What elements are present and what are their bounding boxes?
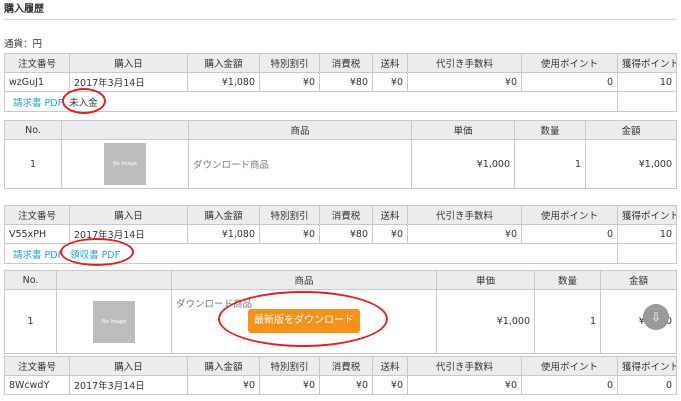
download-circle-icon[interactable]: ⇩ <box>643 304 669 330</box>
col-unit-price: 単価 <box>411 120 515 140</box>
col-used-points: 使用ポイント <box>521 53 618 73</box>
col-discount: 特別割引 <box>259 356 320 376</box>
col-earned-points: 獲得ポイント <box>617 205 677 225</box>
item-image-cell: No Image <box>56 289 172 354</box>
col-shipping: 送料 <box>372 205 408 225</box>
col-amount: 購入金額 <box>187 356 260 376</box>
order-date: 2017年3月14日 <box>69 72 188 92</box>
invoice-pdf-link[interactable]: 請求書 PDF <box>13 250 63 261</box>
col-used-points: 使用ポイント <box>521 356 618 376</box>
item-unit-price: ¥1,000 <box>436 289 535 354</box>
item-name[interactable]: ダウンロード商品 <box>188 139 412 189</box>
col-product: 商品 <box>188 120 412 140</box>
item-qty: 1 <box>514 139 586 189</box>
col-image <box>56 270 172 290</box>
col-date: 購入日 <box>69 356 188 376</box>
order-number: 8WcwdY <box>4 375 70 395</box>
order-discount: ¥0 <box>259 375 320 395</box>
col-shipping: 送料 <box>372 356 408 376</box>
col-discount: 特別割引 <box>259 205 320 225</box>
col-product: 商品 <box>171 270 437 290</box>
col-earned-points: 獲得ポイント <box>617 356 677 376</box>
order-cod-fee: ¥0 <box>407 224 522 244</box>
col-amount: 購入金額 <box>187 205 260 225</box>
item-qty: 1 <box>534 289 601 354</box>
order-table-1: 注文番号 購入日 購入金額 特別割引 消費税 送料 代引き手数料 使用ポイント … <box>4 53 677 112</box>
order-used-points: 0 <box>521 72 618 92</box>
col-date: 購入日 <box>69 53 188 73</box>
order-tax: ¥80 <box>319 72 373 92</box>
order-used-points: 0 <box>521 375 618 395</box>
order-cod-fee: ¥0 <box>407 72 522 92</box>
col-qty: 数量 <box>534 270 601 290</box>
order-number: wzGuJ1 <box>4 72 70 92</box>
order-date: 2017年3月14日 <box>69 224 188 244</box>
col-tax: 消費税 <box>319 205 373 225</box>
col-no: No. <box>4 270 57 290</box>
col-qty: 数量 <box>514 120 586 140</box>
order-number: V55xPH <box>4 224 70 244</box>
order-tax: ¥0 <box>319 375 373 395</box>
payment-status: 未入金 <box>69 97 98 109</box>
download-latest-button[interactable]: 最新版をダウンロード <box>248 309 360 333</box>
col-amount: 購入金額 <box>187 53 260 73</box>
col-cod-fee: 代引き手数料 <box>407 356 522 376</box>
order-links-row: 請求書 PDF 未入金 <box>4 91 618 112</box>
order-discount: ¥0 <box>259 72 320 92</box>
items-table-1: No. 商品 単価 数量 金額 1 No Image ダウンロード商品 ¥1,0… <box>4 120 677 189</box>
col-cod-fee: 代引き手数料 <box>407 205 522 225</box>
product-thumbnail: No Image <box>104 143 146 185</box>
order-discount: ¥0 <box>259 224 320 244</box>
receipt-pdf-link[interactable]: 領収書 PDF <box>70 250 120 261</box>
order-cod-fee: ¥0 <box>407 375 522 395</box>
order-tax: ¥80 <box>319 224 373 244</box>
col-used-points: 使用ポイント <box>521 205 618 225</box>
col-tax: 消費税 <box>319 356 373 376</box>
order-shipping: ¥0 <box>372 375 408 395</box>
currency-label: 通貨：円 <box>4 39 43 50</box>
order-earned-points: 10 <box>617 72 677 92</box>
order-amount: ¥0 <box>187 375 260 395</box>
page-title: 購入履歴 <box>4 0 676 20</box>
col-order-no: 注文番号 <box>4 53 70 73</box>
col-date: 購入日 <box>69 205 188 225</box>
item-no: 1 <box>4 139 62 189</box>
col-no: No. <box>4 120 62 140</box>
order-used-points: 0 <box>521 224 618 244</box>
col-earned-points: 獲得ポイント <box>617 53 677 73</box>
col-order-no: 注文番号 <box>4 356 70 376</box>
col-shipping: 送料 <box>372 53 408 73</box>
col-item-amount: 金額 <box>600 270 677 290</box>
col-tax: 消費税 <box>319 53 373 73</box>
col-image <box>61 120 189 140</box>
order-amount: ¥1,080 <box>187 224 260 244</box>
col-discount: 特別割引 <box>259 53 320 73</box>
order-date: 2017年3月14日 <box>69 375 188 395</box>
order-shipping: ¥0 <box>372 224 408 244</box>
product-thumbnail: No Image <box>93 300 135 343</box>
order-earned-points: 0 <box>617 375 677 395</box>
order-links-row: 請求書 PDF 領収書 PDF <box>4 243 618 264</box>
item-unit-price: ¥1,000 <box>411 139 515 189</box>
col-unit-price: 単価 <box>436 270 535 290</box>
col-cod-fee: 代引き手数料 <box>407 53 522 73</box>
item-image-cell: No Image <box>61 139 189 189</box>
invoice-pdf-link[interactable]: 請求書 PDF <box>13 98 63 109</box>
order-earned-points: 10 <box>617 224 677 244</box>
col-order-no: 注文番号 <box>4 205 70 225</box>
item-no: 1 <box>4 289 57 354</box>
col-item-amount: 金額 <box>585 120 677 140</box>
order-table-2: 注文番号 購入日 購入金額 特別割引 消費税 送料 代引き手数料 使用ポイント … <box>4 205 677 264</box>
order-shipping: ¥0 <box>372 72 408 92</box>
order-table-3: 注文番号 購入日 購入金額 特別割引 消費税 送料 代引き手数料 使用ポイント … <box>4 356 677 395</box>
item-amount: ¥1,000 <box>585 139 677 189</box>
order-amount: ¥1,080 <box>187 72 260 92</box>
